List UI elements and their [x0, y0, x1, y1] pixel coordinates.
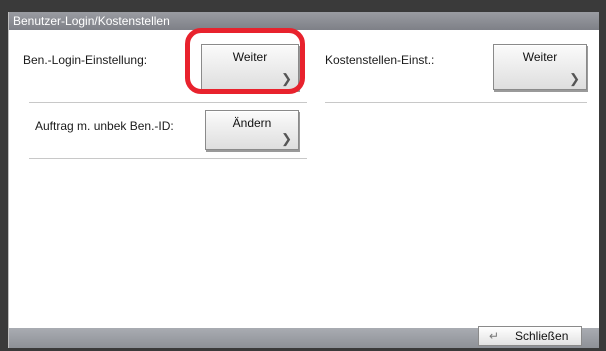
highlight-circle	[185, 28, 305, 94]
cost-center-next-button[interactable]: Weiter ❯	[493, 44, 587, 90]
window-title: Benutzer-Login/Kostenstellen	[9, 12, 599, 30]
divider	[29, 102, 307, 103]
unknown-id-job-change-button-label: Ändern	[232, 116, 272, 130]
cost-center-label: Kostenstellen-Einst.:	[325, 53, 435, 67]
chevron-right-icon: ❯	[281, 131, 292, 146]
unknown-id-job-change-button[interactable]: Ändern ❯	[205, 110, 299, 150]
return-icon: ↵	[489, 329, 500, 343]
chevron-right-icon: ❯	[569, 71, 580, 86]
unknown-id-job-label: Auftrag m. unbek Ben.-ID:	[35, 119, 174, 133]
close-button[interactable]: ↵ Schließen	[478, 326, 582, 346]
cost-center-next-button-label: Weiter	[522, 50, 558, 64]
divider	[29, 158, 307, 159]
close-button-label: Schließen	[515, 329, 569, 343]
login-setting-label: Ben.-Login-Einstellung:	[23, 53, 148, 67]
divider	[325, 102, 587, 103]
